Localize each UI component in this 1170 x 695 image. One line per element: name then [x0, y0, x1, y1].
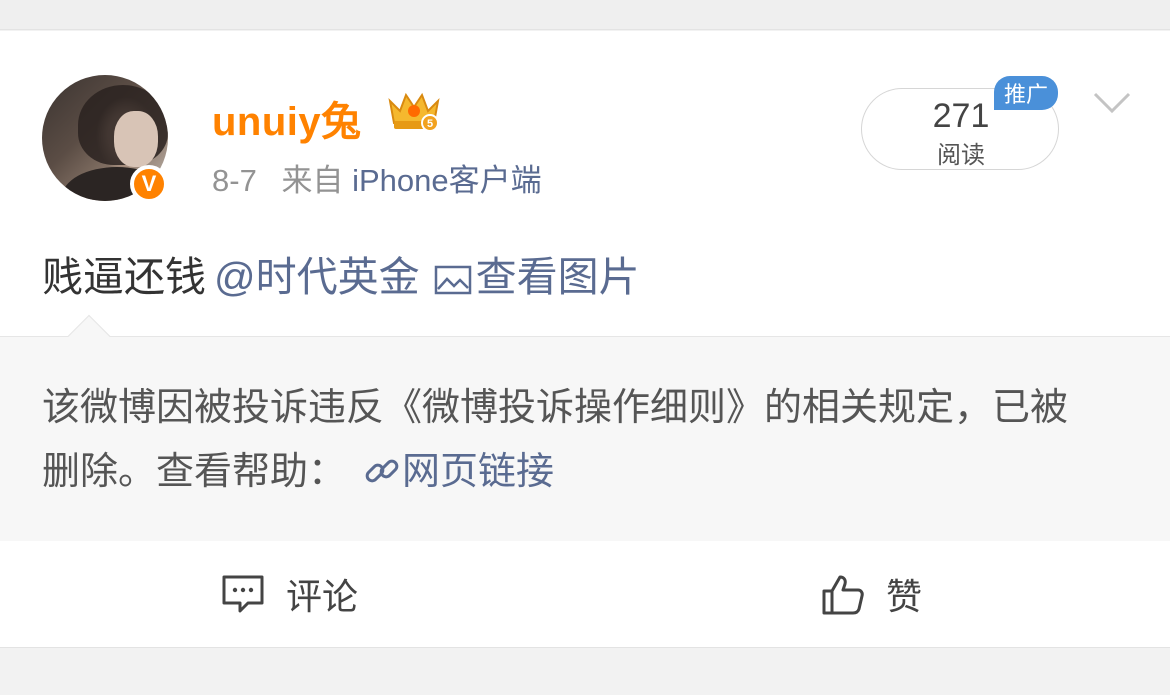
post-text: 贱逼还钱	[42, 254, 206, 300]
action-bar: 评论 赞	[0, 541, 1170, 647]
web-link-label: 网页链接	[402, 449, 555, 493]
web-link[interactable]: 网页链接	[346, 449, 554, 493]
link-icon	[365, 459, 399, 483]
view-image-link[interactable]: 查看图片	[434, 254, 640, 300]
post-content: 贱逼还钱 @时代英金 查看图片	[42, 243, 640, 303]
chevron-down-icon[interactable]	[1092, 89, 1132, 117]
mention-link[interactable]: @时代英金	[214, 254, 420, 300]
thumbs-up-icon	[822, 575, 864, 615]
vip-crown-icon: 5	[388, 92, 440, 132]
source-prefix: 来自	[281, 163, 344, 198]
picture-icon	[434, 265, 471, 295]
post-meta: 8-7 来自 iPhone客户端	[212, 155, 542, 200]
promo-tag[interactable]: 推广	[994, 76, 1058, 110]
like-label: 赞	[886, 577, 923, 618]
like-button[interactable]: 赞	[820, 569, 922, 619]
notice-text: 该微博因被投诉违反《微博投诉操作细则》的相关规定，已被删除。查看帮助：	[42, 385, 1069, 493]
weibo-post-card: V unuiy兔 5 8-7 来自 iPhone客户端 271 阅读 推广 贱逼…	[0, 31, 1170, 647]
svg-text:5: 5	[427, 118, 433, 130]
verified-badge: V	[130, 165, 168, 203]
deleted-notice: 该微博因被投诉违反《微博投诉操作细则》的相关规定，已被删除。查看帮助： 网页链接	[0, 314, 1170, 541]
comment-button[interactable]: 评论	[220, 569, 358, 619]
comment-icon	[222, 575, 264, 613]
post-date: 8-7	[212, 163, 257, 198]
read-label: 阅读	[937, 141, 985, 169]
bottom-spacer	[0, 647, 1170, 695]
comment-label: 评论	[286, 577, 359, 618]
username[interactable]: unuiy兔	[212, 89, 362, 147]
notice-text-block: 该微博因被投诉违反《微博投诉操作细则》的相关规定，已被删除。查看帮助： 网页链接	[42, 375, 1072, 503]
top-spacer	[0, 0, 1170, 30]
source-link[interactable]: iPhone客户端	[352, 163, 542, 198]
view-image-label: 查看图片	[475, 254, 640, 300]
